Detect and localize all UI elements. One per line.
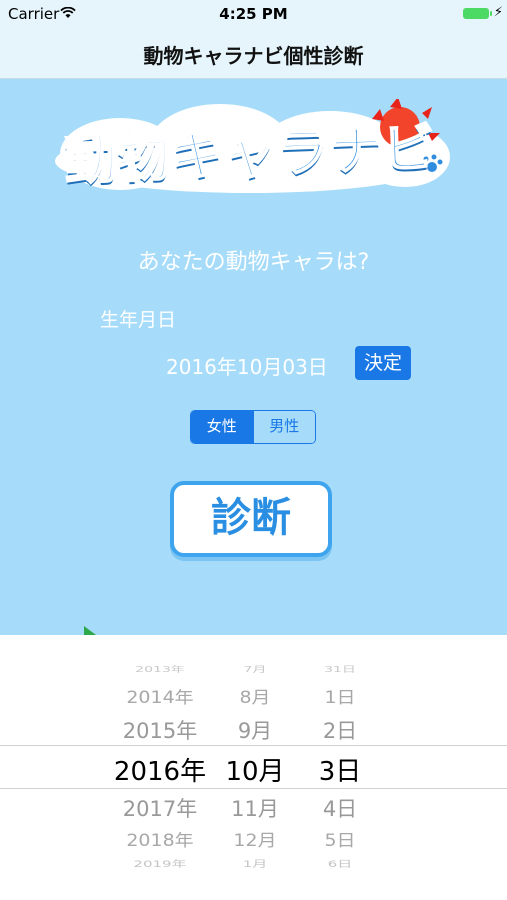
picker-day-selected[interactable]: 3日: [290, 751, 390, 788]
picker-selection-bottom-line: [0, 788, 507, 789]
picker-year-row[interactable]: 2015年: [100, 715, 220, 745]
picker-year-row[interactable]: 2014年: [100, 685, 220, 709]
birthdate-value[interactable]: 2016年10月03日: [166, 351, 328, 380]
decide-button[interactable]: 決定: [355, 346, 411, 380]
picker-year-selected[interactable]: 2016年: [100, 751, 220, 788]
page-title: 動物キャラナビ個性診断: [143, 44, 364, 68]
picker-year-row[interactable]: 2017年: [100, 793, 220, 823]
picker-year-row[interactable]: 2018年: [100, 828, 220, 852]
battery-icon: [463, 8, 489, 19]
picker-day-row[interactable]: 2日: [290, 715, 390, 745]
picker-day-row[interactable]: 4日: [290, 793, 390, 823]
picker-day-row[interactable]: 6日: [290, 857, 390, 870]
picker-day-row[interactable]: 5日: [290, 828, 390, 852]
status-bar: Carrier 4:25 PM ⚡: [0, 0, 507, 28]
leaf-icon: [84, 626, 96, 635]
picker-year-row[interactable]: 2019年: [100, 857, 220, 870]
picker-year-row[interactable]: 2013年: [100, 664, 220, 675]
charging-icon: ⚡: [493, 5, 503, 20]
picker-selection-top-line: [0, 745, 507, 746]
gender-segmented-control: 女性 男性: [190, 410, 316, 444]
diagnose-button[interactable]: 診断: [170, 481, 332, 557]
gender-male-segment[interactable]: 男性: [252, 411, 315, 443]
battery-tip: [490, 11, 492, 16]
gender-female-segment[interactable]: 女性: [191, 411, 253, 443]
picker-day-row[interactable]: 1日: [290, 685, 390, 709]
picker-day-row[interactable]: 31日: [290, 664, 390, 675]
date-picker[interactable]: 2013年 7月 31日 2014年 8月 1日 2015年 9月 2日 201…: [0, 635, 507, 900]
question-heading: あなたの動物キャラは?: [137, 250, 370, 275]
birthdate-label: 生年月日: [100, 309, 177, 331]
status-time: 4:25 PM: [219, 5, 288, 23]
navigation-bar: 動物キャラナビ個性診断: [0, 28, 507, 79]
app-logo-text: 動物キャラナビ: [63, 118, 438, 193]
main-content: 動物キャラナビ あなたの動物キャラは? 生年月日 2016年10月03日 決定 …: [0, 79, 507, 635]
